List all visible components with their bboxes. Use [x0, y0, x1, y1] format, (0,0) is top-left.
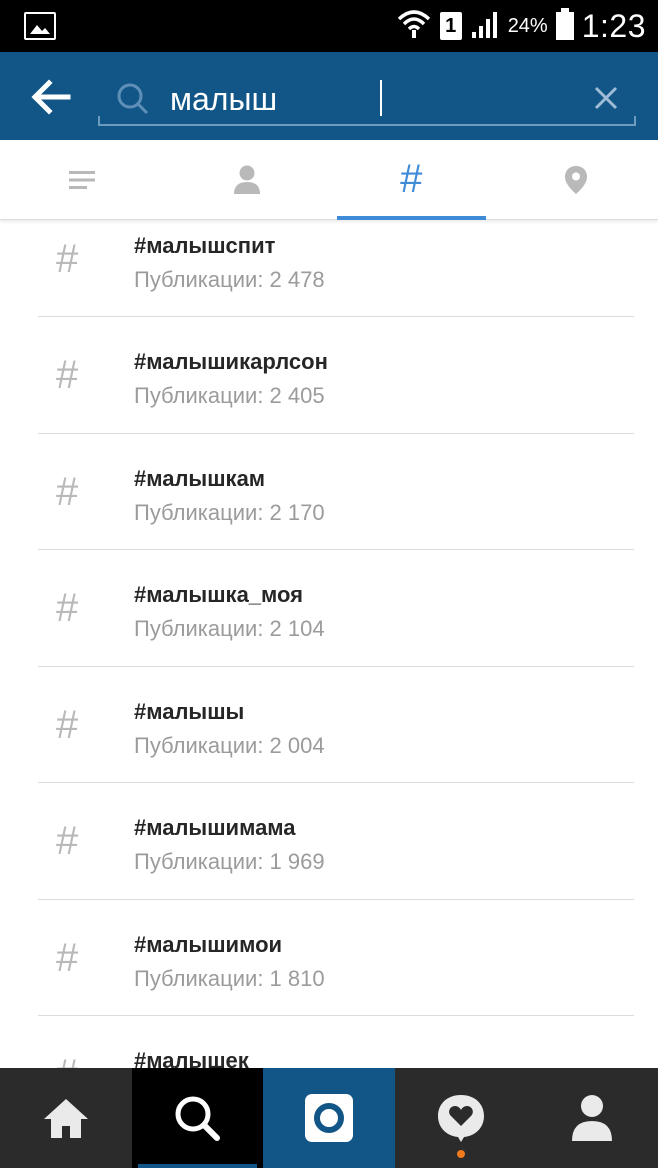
notification-dot: [456, 1150, 465, 1158]
hashtag-icon: #: [400, 157, 423, 201]
clear-icon[interactable]: [590, 82, 622, 114]
hashtag-results: # #малышспит Публикации: 2 478 # #малыши…: [0, 221, 658, 1068]
tab-people[interactable]: [165, 140, 330, 219]
home-icon: [43, 1099, 88, 1138]
list-item[interactable]: # #малышка_моя Публикации: 2 104: [0, 550, 658, 667]
post-count: Публикации: 1 969: [134, 849, 325, 874]
bottom-nav: [0, 1068, 658, 1168]
gallery-icon: [24, 12, 56, 40]
back-arrow-icon: [31, 79, 71, 115]
activity-heart-icon: [437, 1095, 484, 1142]
post-count: Публикации: 1 810: [134, 965, 325, 991]
list-item[interactable]: # #малышимама Публикации: 1 969: [0, 783, 658, 900]
search-icon: [175, 1096, 221, 1141]
post-count: Публикации: 2 170: [134, 499, 325, 525]
tab-tags[interactable]: #: [329, 140, 494, 220]
hashtag-icon: #: [56, 935, 79, 980]
hashtag-name: #малышка_моя: [134, 582, 304, 607]
tab-places[interactable]: [494, 140, 658, 219]
battery-percent: 24%: [507, 14, 548, 37]
signal-icon: [470, 10, 500, 43]
hashtag-icon: #: [56, 469, 79, 514]
search-tabs: #: [0, 140, 658, 220]
list-item[interactable]: # #малышек: [0, 1016, 658, 1068]
hashtag-name: #малышспит: [134, 233, 276, 258]
back-button[interactable]: [28, 74, 74, 120]
status-time: 1:23: [581, 7, 646, 44]
hashtag-name: #малышы: [134, 698, 245, 724]
hashtag-name: #малышимои: [134, 931, 283, 957]
search-icon: [117, 83, 149, 115]
nav-profile[interactable]: [526, 1068, 658, 1168]
text-caret: [380, 80, 382, 116]
list-item[interactable]: # #малышимои Публикации: 1 810: [0, 900, 658, 1016]
list-item[interactable]: # #малышикарлсон Публикации: 2 405: [0, 317, 658, 434]
post-count: Публикации: 2 004: [134, 732, 325, 758]
tab-top[interactable]: [0, 140, 165, 219]
camera-icon: [304, 1094, 353, 1142]
post-count: Публикации: 2 104: [134, 616, 325, 641]
hashtag-icon: #: [56, 586, 79, 630]
hashtag-icon: #: [56, 702, 79, 747]
list-icon: [69, 170, 96, 189]
hashtag-icon: #: [56, 237, 79, 281]
post-count: Публикации: 2 405: [134, 383, 325, 408]
sim-icon: 1: [439, 12, 462, 40]
search-input[interactable]: [170, 76, 570, 122]
hashtag-icon: #: [56, 1052, 78, 1068]
post-count: Публикации: 2 478: [134, 267, 325, 292]
hashtag-icon: #: [56, 353, 79, 397]
location-pin-icon: [564, 165, 587, 194]
hashtag-icon: #: [56, 819, 79, 863]
wifi-icon: [396, 8, 432, 45]
nav-search[interactable]: [131, 1068, 264, 1168]
status-bar: 1 24% 1:23: [0, 0, 658, 52]
search-field[interactable]: [98, 70, 636, 126]
list-item[interactable]: # #малышкам Публикации: 2 170: [0, 434, 658, 550]
nav-activity[interactable]: [395, 1068, 527, 1168]
hashtag-name: #малышкам: [134, 465, 266, 491]
status-indicators: 1 24% 1:23: [396, 6, 646, 46]
list-item[interactable]: # #малышы Публикации: 2 004: [0, 667, 658, 783]
hashtag-name: #малышикарлсон: [134, 349, 328, 374]
search-header: [0, 52, 658, 140]
battery-icon: [555, 8, 574, 40]
nav-home[interactable]: [0, 1068, 132, 1168]
profile-icon: [572, 1095, 613, 1141]
hashtag-name: #малышимама: [134, 815, 296, 840]
nav-camera[interactable]: [263, 1068, 395, 1168]
list-item[interactable]: # #малышспит Публикации: 2 478: [0, 221, 658, 317]
hashtag-name: #малышек: [134, 1048, 249, 1068]
person-icon: [233, 165, 260, 194]
